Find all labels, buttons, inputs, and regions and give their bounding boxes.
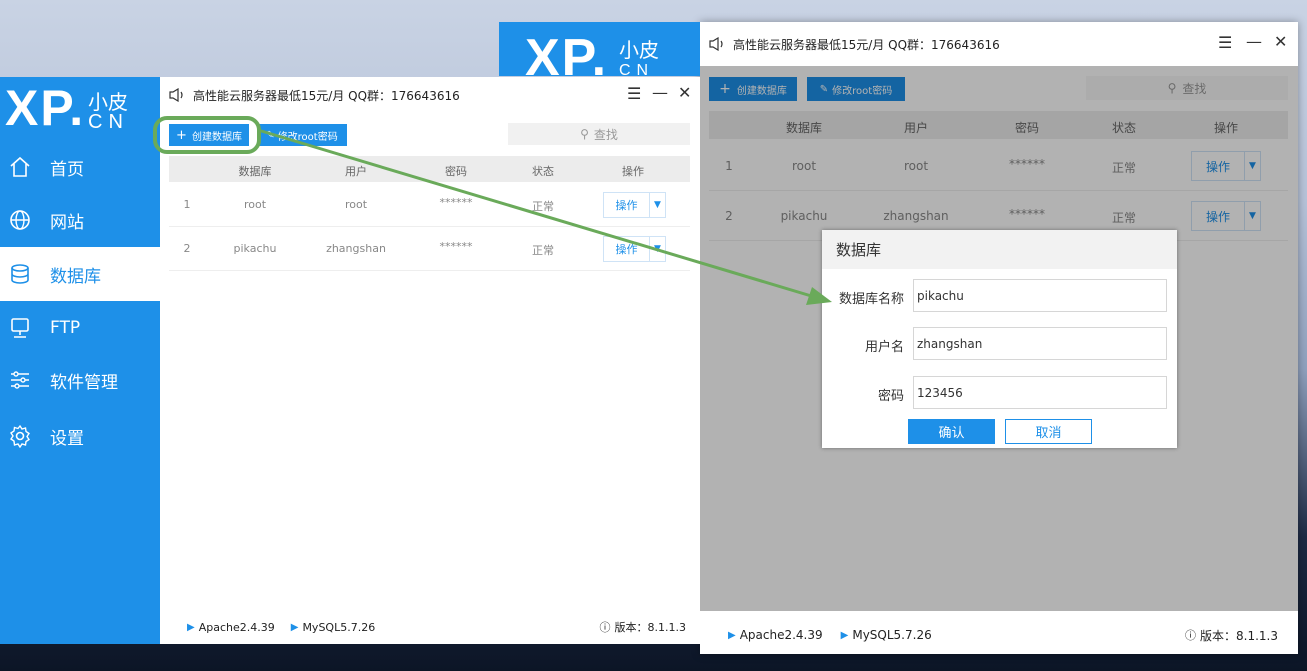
- row-status: 正常: [532, 244, 554, 257]
- left-titlebar: 高性能云服务器最低15元/月 QQ群：176643616: [169, 86, 609, 104]
- table-row: 1 root root ****** 正常 操作 ▼: [169, 183, 690, 227]
- apache-version: Apache2.4.39: [198, 620, 275, 634]
- play-icon: ▶: [187, 621, 195, 633]
- sidebar-item-database[interactable]: 数据库: [0, 247, 160, 301]
- col-header-actions: 操作: [622, 165, 644, 178]
- sidebar-item-settings[interactable]: 设置: [0, 409, 160, 463]
- modify-root-password-button[interactable]: ✎ 修改root密码: [257, 124, 347, 146]
- window-title: 高性能云服务器最低15元/月 QQ群：176643616: [733, 37, 1000, 52]
- sidebar-item-software[interactable]: 软件管理: [0, 353, 160, 407]
- col-header-password: 密码: [445, 165, 467, 178]
- speaker-icon: [169, 88, 183, 102]
- logo-cn: CN: [88, 111, 129, 133]
- globe-icon: [10, 210, 30, 230]
- chevron-down-icon: ▼: [649, 193, 665, 217]
- row-number: 2: [183, 242, 191, 255]
- sidebar-item-ftp[interactable]: FTP: [0, 301, 160, 355]
- search-input[interactable]: ⚲ 查找: [508, 123, 690, 145]
- username-field[interactable]: [913, 327, 1167, 360]
- logo-xp: XP.: [5, 80, 86, 136]
- window-title: 高性能云服务器最低15元/月 QQ群：176643616: [193, 88, 460, 103]
- dialog-title: 数据库: [822, 230, 1177, 269]
- table-row: 2 pikachu zhangshan ****** 正常 操作 ▼: [169, 227, 690, 271]
- play-icon: ▶: [728, 629, 736, 641]
- play-icon: ▶: [290, 621, 299, 633]
- row-password: ******: [439, 196, 473, 209]
- row-database: root: [243, 198, 267, 211]
- chevron-down-icon: ▼: [649, 237, 665, 261]
- right-titlebar: 高性能云服务器最低15元/月 QQ群：176643616: [709, 35, 1189, 53]
- table-header: 数据库 用户 密码 状态 操作: [169, 156, 690, 182]
- left-sidebar: XP. 小皮 CN 首页 网站 数据库 FTP 软件管理 设置: [0, 77, 160, 644]
- plus-icon: +: [176, 127, 187, 143]
- close-icon[interactable]: ✕: [678, 85, 691, 101]
- confirm-button[interactable]: 确认: [908, 419, 995, 444]
- right-footer: ▶ Apache2.4.39 ▶ MySQL5.7.26 ⓘ 版本：8.1.1.…: [728, 628, 1288, 643]
- mysql-version: MySQL5.7.26: [302, 620, 376, 634]
- left-app-window: 高性能云服务器最低15元/月 QQ群：176643616 ☰ — ✕ + 创建数…: [160, 77, 700, 644]
- menu-icon[interactable]: ☰: [627, 86, 641, 102]
- database-name-label: 数据库名称: [838, 292, 904, 307]
- col-header-status: 状态: [532, 165, 554, 178]
- speaker-icon: [709, 37, 723, 51]
- database-icon: [11, 264, 29, 284]
- sliders-icon: [11, 371, 29, 389]
- create-database-button[interactable]: + 创建数据库: [169, 124, 249, 146]
- close-icon[interactable]: ✕: [1274, 34, 1287, 50]
- home-icon: [10, 156, 30, 177]
- pencil-icon: ✎: [266, 129, 275, 141]
- password-field[interactable]: [913, 376, 1167, 409]
- info-icon: ⓘ: [599, 621, 611, 634]
- row-database: pikachu: [233, 242, 277, 255]
- menu-icon[interactable]: ☰: [1218, 35, 1232, 51]
- row-status: 正常: [532, 200, 554, 213]
- row-password: ******: [439, 240, 473, 253]
- cancel-button[interactable]: 取消: [1005, 419, 1092, 444]
- row-action-dropdown[interactable]: 操作 ▼: [603, 236, 666, 262]
- app-version: 版本：8.1.1.3: [614, 621, 686, 634]
- minimize-icon[interactable]: —: [652, 85, 668, 101]
- play-icon: ▶: [840, 629, 849, 641]
- sidebar-item-home[interactable]: 首页: [0, 140, 160, 194]
- row-user: root: [344, 198, 368, 211]
- right-sidebar-logo: XP. 小皮 CN: [499, 22, 700, 87]
- app-version: 版本：8.1.1.3: [1200, 628, 1278, 643]
- col-header-database: 数据库: [238, 165, 272, 178]
- database-name-field[interactable]: [913, 279, 1167, 312]
- password-label: 密码: [877, 389, 904, 404]
- search-icon: ⚲: [580, 127, 589, 141]
- minimize-icon[interactable]: —: [1246, 34, 1262, 50]
- create-database-dialog: 数据库 数据库名称 用户名 密码 确认 取消: [822, 230, 1177, 448]
- row-user: zhangshan: [326, 242, 386, 255]
- apache-version: Apache2.4.39: [739, 628, 823, 642]
- col-header-user: 用户: [345, 165, 367, 178]
- row-action-dropdown[interactable]: 操作 ▼: [603, 192, 666, 218]
- sidebar-item-website[interactable]: 网站: [0, 193, 160, 247]
- info-icon: ⓘ: [1185, 629, 1197, 642]
- mysql-version: MySQL5.7.26: [852, 628, 932, 642]
- gear-icon: [10, 424, 30, 448]
- server-icon: [11, 318, 29, 338]
- username-label: 用户名: [864, 340, 904, 355]
- left-footer: ▶ Apache2.4.39 ▶ MySQL5.7.26 ⓘ 版本：8.1.1.…: [187, 620, 692, 635]
- row-number: 1: [183, 198, 191, 211]
